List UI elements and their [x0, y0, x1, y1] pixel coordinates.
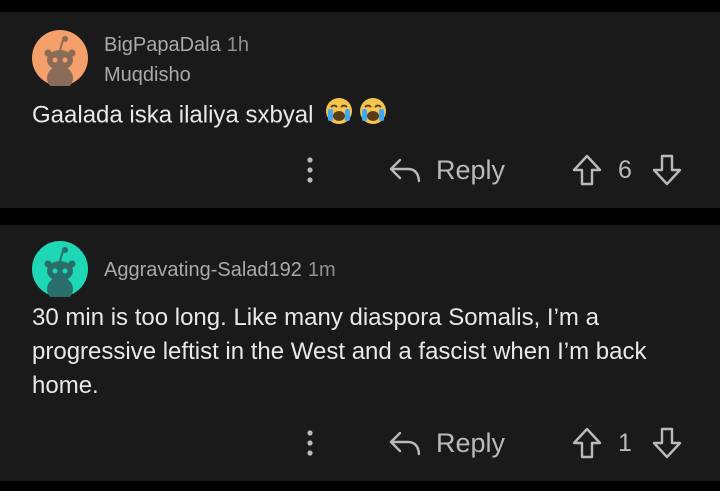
comment-body: 30 min is too long. Like many diaspora S… — [32, 304, 647, 399]
username[interactable]: Aggravating-Salad192 — [104, 259, 302, 281]
timestamp: 1m — [307, 259, 336, 281]
comment-card: Aggravating-Salad192 1m 30 min is too lon… — [0, 225, 720, 481]
upvote-arrow-icon[interactable] — [572, 150, 602, 190]
user-flair: Muqdisho — [104, 64, 191, 86]
more-vertical-icon[interactable] — [298, 150, 322, 190]
downvote-arrow-icon[interactable] — [652, 150, 682, 190]
comment-actions: Reply 6 — [0, 150, 720, 190]
crying-emoji-icon — [324, 96, 354, 136]
vote-count: 1 — [618, 428, 632, 457]
reply-button[interactable]: Reply — [388, 423, 505, 463]
username[interactable]: BigPapaDala — [104, 34, 221, 56]
reply-label: Reply — [436, 427, 506, 458]
vote-count: 6 — [618, 155, 632, 184]
comment-card: BigPapaDala 1h Muqdisho Gaalada iska ilal… — [0, 12, 720, 208]
snoo-avatar-icon[interactable] — [32, 30, 88, 90]
comment-actions: Reply 1 — [0, 423, 720, 463]
comment-author[interactable]: BigPapaDala 1h — [104, 34, 249, 57]
downvote-arrow-icon[interactable] — [652, 423, 682, 463]
reply-button[interactable]: Reply — [388, 150, 505, 190]
more-vertical-icon[interactable] — [298, 423, 322, 463]
crying-emoji-icon — [358, 96, 388, 136]
comment-author[interactable]: Aggravating-Salad192 1m — [104, 259, 336, 282]
upvote-arrow-icon[interactable] — [572, 423, 602, 463]
reply-arrow-icon — [389, 431, 421, 456]
comment-text: Gaalada iska ilaliya sxbyal — [32, 101, 314, 129]
snoo-avatar-icon[interactable] — [32, 241, 88, 301]
reply-arrow-icon — [389, 158, 421, 183]
timestamp: 1h — [226, 34, 249, 56]
comment-body: Gaalada iska ilaliya sxbyal — [32, 96, 680, 136]
reply-label: Reply — [436, 154, 506, 185]
